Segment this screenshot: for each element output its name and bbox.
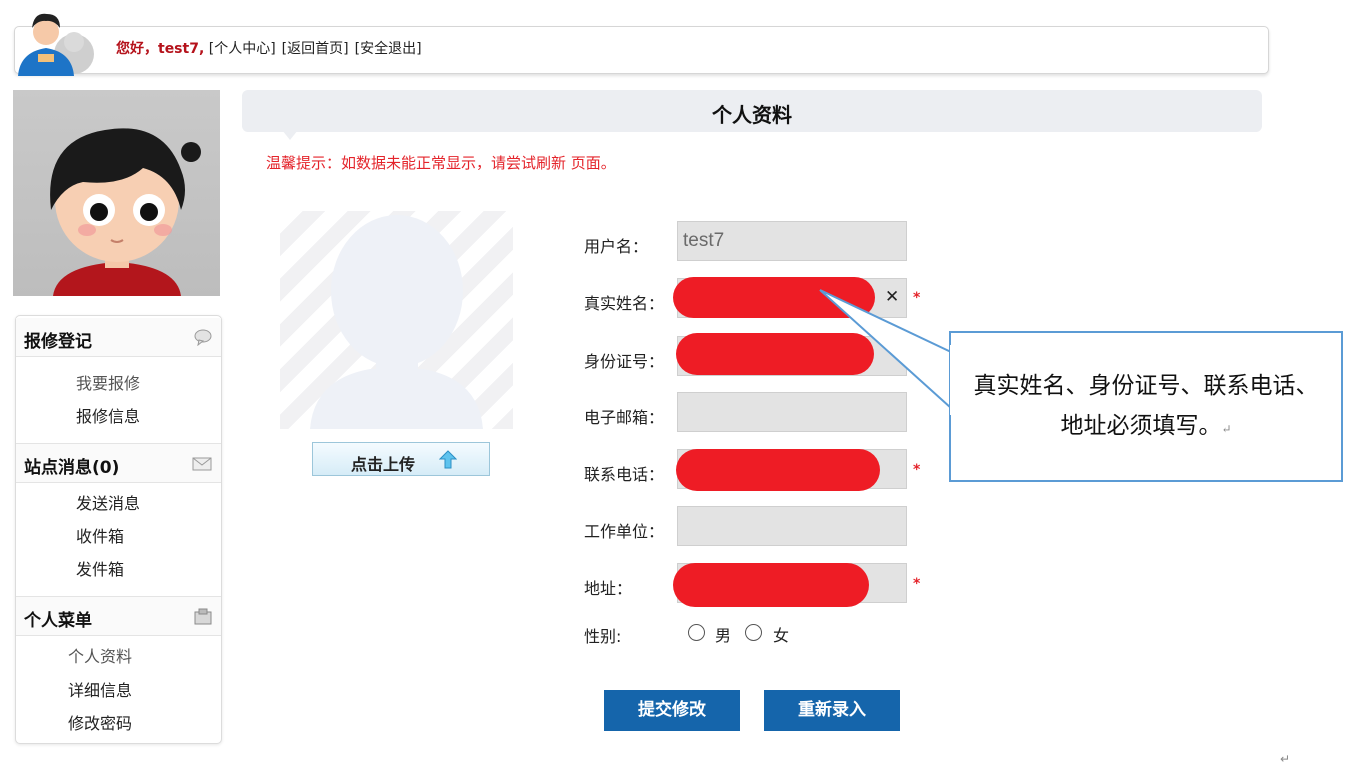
callout-seam (950, 345, 954, 415)
callout-message: 真实姓名、身份证号、联系电话、地址必须填写。 (973, 373, 1319, 439)
paragraph-mark: ↵ (1280, 752, 1291, 766)
paragraph-mark: ↵ (1221, 422, 1232, 436)
annotation-callout: 真实姓名、身份证号、联系电话、地址必须填写。↵ (949, 331, 1343, 482)
callout-text: 真实姓名、身份证号、联系电话、地址必须填写。↵ (971, 366, 1321, 449)
